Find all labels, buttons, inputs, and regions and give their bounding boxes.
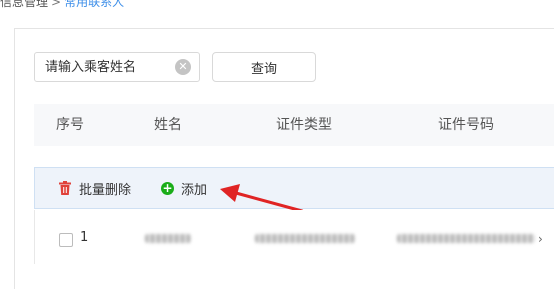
breadcrumb: 信息管理 > 常用联系人 <box>0 0 124 10</box>
plus-circle-icon: + <box>161 180 174 195</box>
breadcrumb-parent[interactable]: 信息管理 <box>0 0 48 9</box>
add-button[interactable]: + 添加 <box>161 168 207 208</box>
redacted-name <box>145 234 191 243</box>
column-header-name: 姓名 <box>154 117 182 133</box>
table-header: 序号 姓名 证件类型 证件号码 <box>34 104 554 146</box>
column-header-index: 序号 <box>56 117 84 133</box>
chevron-right-icon: › <box>538 232 543 246</box>
table-row[interactable]: 1 › <box>34 210 554 264</box>
row-index: 1 <box>80 230 89 245</box>
table-toolbar: 批量删除 + 添加 <box>34 167 554 209</box>
column-header-id-type: 证件类型 <box>276 117 332 133</box>
batch-delete-label: 批量删除 <box>79 182 132 198</box>
redacted-id-type <box>255 234 355 243</box>
query-button[interactable]: 查询 <box>212 52 316 82</box>
clear-icon[interactable]: ✕ <box>175 59 191 75</box>
column-header-id-number: 证件号码 <box>438 117 494 133</box>
batch-delete-button[interactable]: 批量删除 <box>59 168 131 208</box>
passenger-name-input[interactable] <box>35 53 171 81</box>
row-checkbox[interactable] <box>59 233 73 247</box>
breadcrumb-separator: > <box>51 0 62 9</box>
add-label: 添加 <box>181 182 208 198</box>
trash-icon <box>59 181 71 195</box>
breadcrumb-current[interactable]: 常用联系人 <box>64 0 124 9</box>
search-box: ✕ <box>34 52 200 82</box>
redacted-id-number <box>397 234 535 243</box>
